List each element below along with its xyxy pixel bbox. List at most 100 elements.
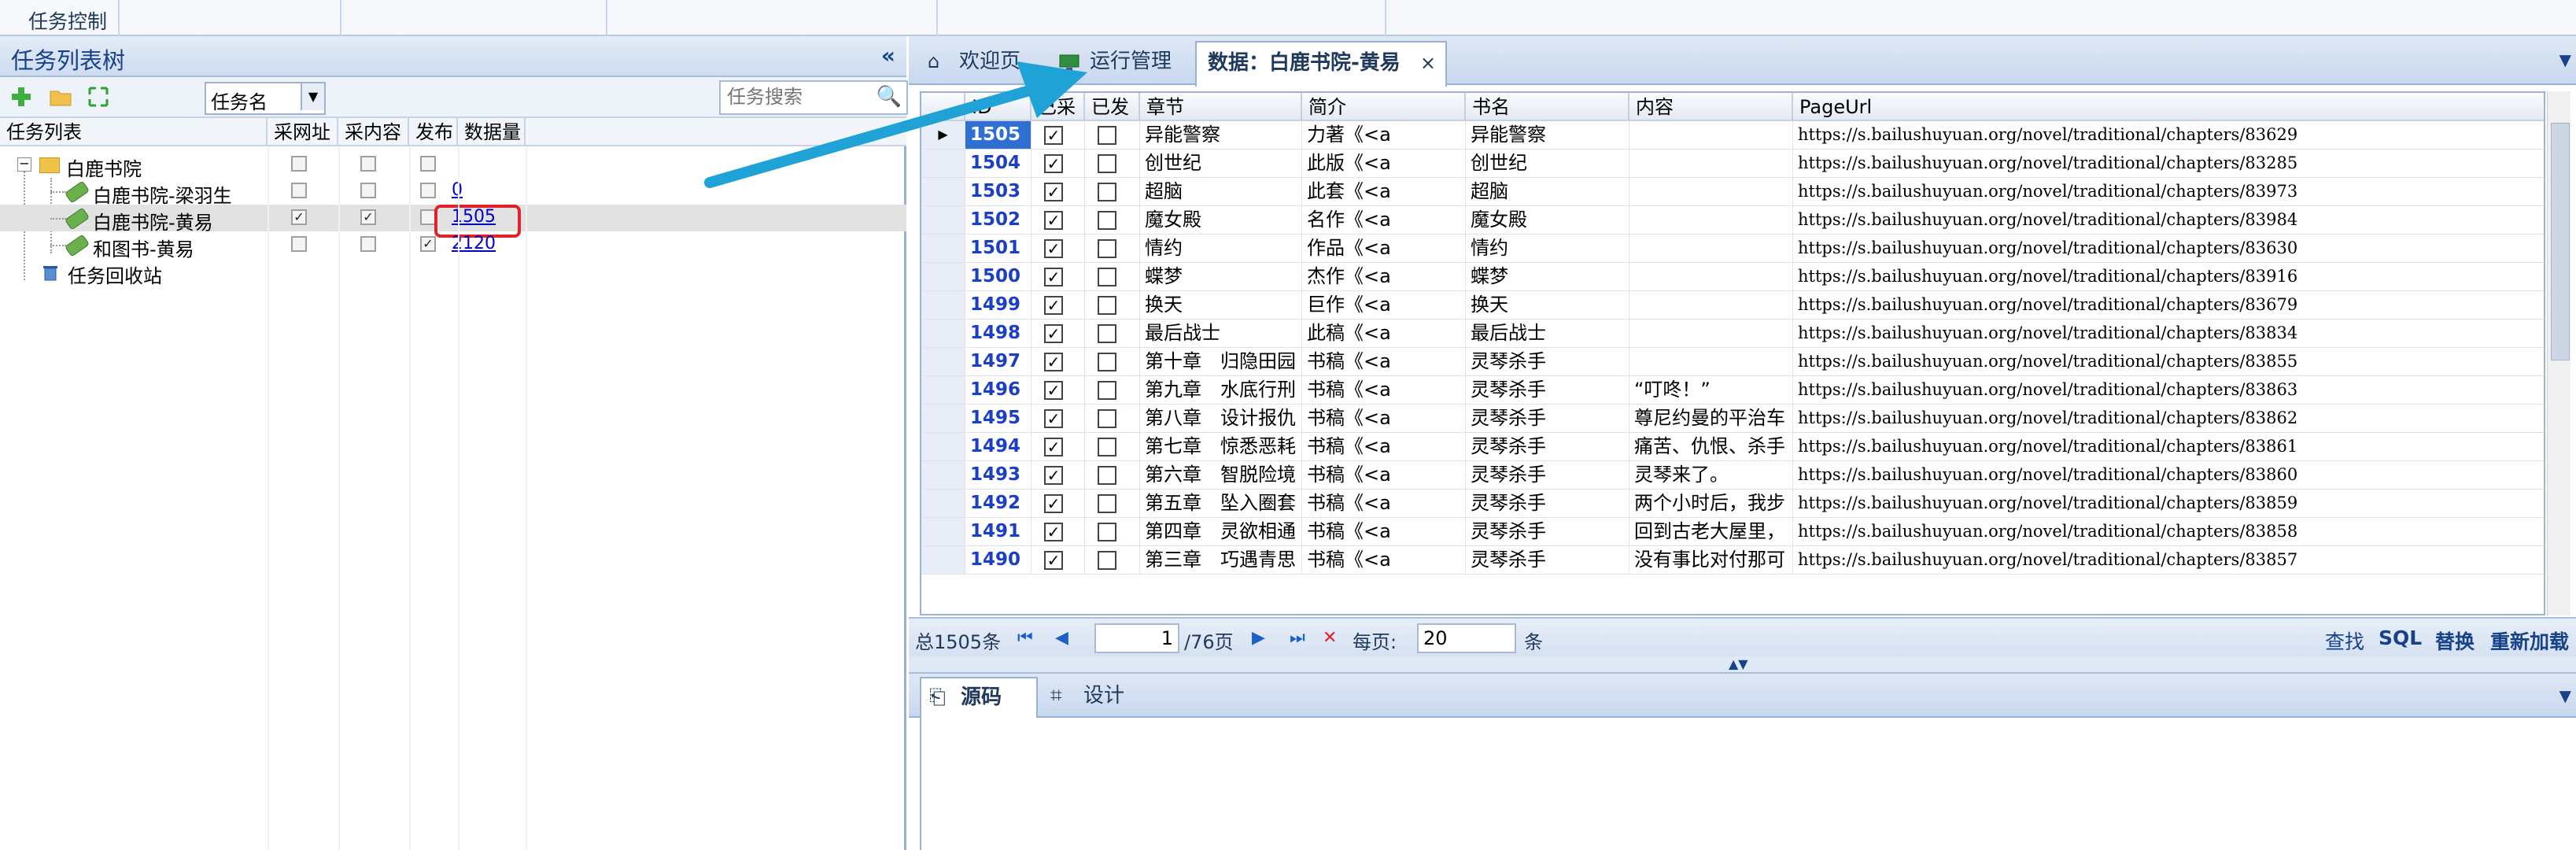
last-page-icon[interactable]: ⏭ [1290, 628, 1305, 648]
column-id[interactable]: ID [965, 93, 1032, 121]
cell-caught[interactable]: ✓ [1032, 348, 1085, 376]
cell-chapter[interactable]: 情约 [1140, 235, 1302, 263]
cell-id[interactable]: 1503 [965, 178, 1032, 206]
row-header[interactable]: ▶ [921, 121, 965, 150]
caught-checkbox[interactable]: ✓ [1044, 183, 1063, 201]
tree-node-root[interactable]: − 白鹿书院 [0, 151, 906, 180]
caught-checkbox[interactable]: ✓ [1044, 126, 1063, 145]
table-row[interactable]: 1496 ✓ 第九章 水底行刑 书稿《<a 灵琴杀手 “叮咚！” https://s.bai… [921, 376, 2544, 405]
table-row[interactable]: 1498 ✓ 最后战士 此稿《<a 最后战士 https://s.bailushuyuan… [921, 320, 2544, 348]
cell-caught[interactable]: ✓ [1032, 263, 1085, 291]
panel-splitter[interactable]: ▲▼ [909, 656, 2576, 674]
cell-url[interactable]: https://s.bailushuyuan.org/novel/traditi… [1793, 546, 2544, 575]
cell-url[interactable]: https://s.bailushuyuan.org/novel/traditi… [1793, 348, 2544, 376]
cell-chapter[interactable]: 创世纪 [1140, 150, 1302, 178]
cell-caught[interactable]: ✓ [1032, 320, 1085, 348]
delete-icon[interactable]: ✕ [1323, 628, 1337, 648]
cell-book[interactable]: 灵琴杀手 [1466, 546, 1629, 575]
sent-checkbox[interactable] [1098, 409, 1116, 428]
cell-caught[interactable]: ✓ [1032, 518, 1085, 546]
cell-intro[interactable]: 此套《<a [1302, 178, 1466, 206]
add-folder-icon[interactable] [49, 85, 72, 109]
cell-caught[interactable]: ✓ [1032, 235, 1085, 263]
cell-sent[interactable] [1085, 178, 1140, 206]
find-button[interactable]: 查找 [2325, 626, 2364, 655]
cell-content[interactable] [1629, 150, 1793, 178]
next-page-icon[interactable]: ▶ [1252, 628, 1265, 648]
cell-content[interactable] [1629, 263, 1793, 291]
cell-caught[interactable]: ✓ [1032, 405, 1085, 433]
cell-intro[interactable]: 书稿《<a [1302, 546, 1466, 575]
sent-checkbox[interactable] [1098, 154, 1116, 173]
table-row[interactable]: 1492 ✓ 第五章 坠入圈套 书稿《<a 灵琴杀手 两个小时后，我步 https://s.… [921, 490, 2544, 518]
scrollbar-thumb[interactable] [2551, 123, 2570, 360]
tree-node-recycle[interactable]: 任务回收站 [0, 258, 906, 287]
caught-checkbox[interactable]: ✓ [1044, 523, 1063, 541]
table-row[interactable]: 1502 ✓ 魔女殿 名作《<a 魔女殿 https://s.bailushuyuan.o… [921, 206, 2544, 235]
column-sent[interactable]: 已发 [1085, 93, 1140, 121]
row-header[interactable] [921, 320, 965, 348]
cell-content[interactable]: 痛苦、仇恨、杀手 [1629, 433, 1793, 461]
cell-sent[interactable] [1085, 263, 1140, 291]
table-row[interactable]: 1499 ✓ 换天 巨作《<a 换天 https://s.bailushuyuan.org… [921, 291, 2544, 320]
cell-book[interactable]: 蝶梦 [1466, 263, 1629, 291]
caught-checkbox[interactable]: ✓ [1044, 381, 1063, 400]
cell-id[interactable]: 1496 [965, 376, 1032, 405]
cell-url[interactable]: https://s.bailushuyuan.org/novel/traditi… [1793, 291, 2544, 320]
cell-url[interactable]: https://s.bailushuyuan.org/novel/traditi… [1793, 433, 2544, 461]
tree-node-task[interactable]: 白鹿书院-梁羽生 0 [0, 178, 906, 207]
row-header[interactable] [921, 178, 965, 206]
cell-intro[interactable]: 力著《<a [1302, 121, 1466, 150]
caught-checkbox[interactable]: ✓ [1044, 211, 1063, 230]
row-header[interactable] [921, 348, 965, 376]
sent-checkbox[interactable] [1098, 183, 1116, 201]
cell-sent[interactable] [1085, 376, 1140, 405]
table-row[interactable]: 1494 ✓ 第七章 惊悉恶耗 书稿《<a 灵琴杀手 痛苦、仇恨、杀手 https://s.… [921, 433, 2544, 461]
cell-caught[interactable]: ✓ [1032, 376, 1085, 405]
cell-id[interactable]: 1492 [965, 490, 1032, 518]
cell-content[interactable] [1629, 348, 1793, 376]
cell-url[interactable]: https://s.bailushuyuan.org/novel/traditi… [1793, 206, 2544, 235]
cell-sent[interactable] [1085, 121, 1140, 150]
row-header[interactable] [921, 150, 965, 178]
close-tab-icon[interactable]: × [1420, 42, 1436, 83]
cell-book[interactable]: 超脑 [1466, 178, 1629, 206]
content-checkbox[interactable] [360, 183, 376, 198]
cell-intro[interactable]: 书稿《<a [1302, 518, 1466, 546]
cell-content[interactable] [1629, 235, 1793, 263]
cell-sent[interactable] [1085, 291, 1140, 320]
cell-sent[interactable] [1085, 150, 1140, 178]
tab-design[interactable]: ⌗ 设计 [1043, 677, 1153, 721]
content-checkbox[interactable] [360, 236, 376, 252]
tab-source[interactable]: ⎗ 源码 [920, 677, 1038, 719]
cell-sent[interactable] [1085, 320, 1140, 348]
sent-checkbox[interactable] [1098, 324, 1116, 343]
row-header[interactable] [921, 546, 965, 575]
caught-checkbox[interactable]: ✓ [1044, 296, 1063, 315]
caught-checkbox[interactable]: ✓ [1044, 409, 1063, 428]
cell-content[interactable]: 回到古老大屋里， [1629, 518, 1793, 546]
cell-id[interactable]: 1505 [965, 121, 1032, 150]
cell-sent[interactable] [1085, 235, 1140, 263]
cell-caught[interactable]: ✓ [1032, 461, 1085, 490]
cell-content[interactable]: 灵琴来了。 [1629, 461, 1793, 490]
search-icon[interactable]: 🔍 [877, 85, 902, 109]
cell-content[interactable]: “叮咚！” [1629, 376, 1793, 405]
caught-checkbox[interactable]: ✓ [1044, 466, 1063, 485]
cell-intro[interactable]: 书稿《<a [1302, 405, 1466, 433]
cell-url[interactable]: https://s.bailushuyuan.org/novel/traditi… [1793, 320, 2544, 348]
cell-book[interactable]: 最后战士 [1466, 320, 1629, 348]
cell-chapter[interactable]: 魔女殿 [1140, 206, 1302, 235]
cell-chapter[interactable]: 第五章 坠入圈套 [1140, 490, 1302, 518]
column-caught[interactable]: 已采 [1032, 93, 1085, 121]
cell-id[interactable]: 1501 [965, 235, 1032, 263]
sent-checkbox[interactable] [1098, 239, 1116, 258]
add-task-icon[interactable] [9, 85, 33, 109]
publish-checkbox[interactable] [420, 156, 436, 172]
column-publish[interactable]: 发布 [409, 118, 458, 146]
row-header[interactable] [921, 376, 965, 405]
sent-checkbox[interactable] [1098, 296, 1116, 315]
sql-button[interactable]: SQL [2379, 626, 2422, 649]
cell-chapter[interactable]: 超脑 [1140, 178, 1302, 206]
cell-url[interactable]: https://s.bailushuyuan.org/novel/traditi… [1793, 461, 2544, 490]
